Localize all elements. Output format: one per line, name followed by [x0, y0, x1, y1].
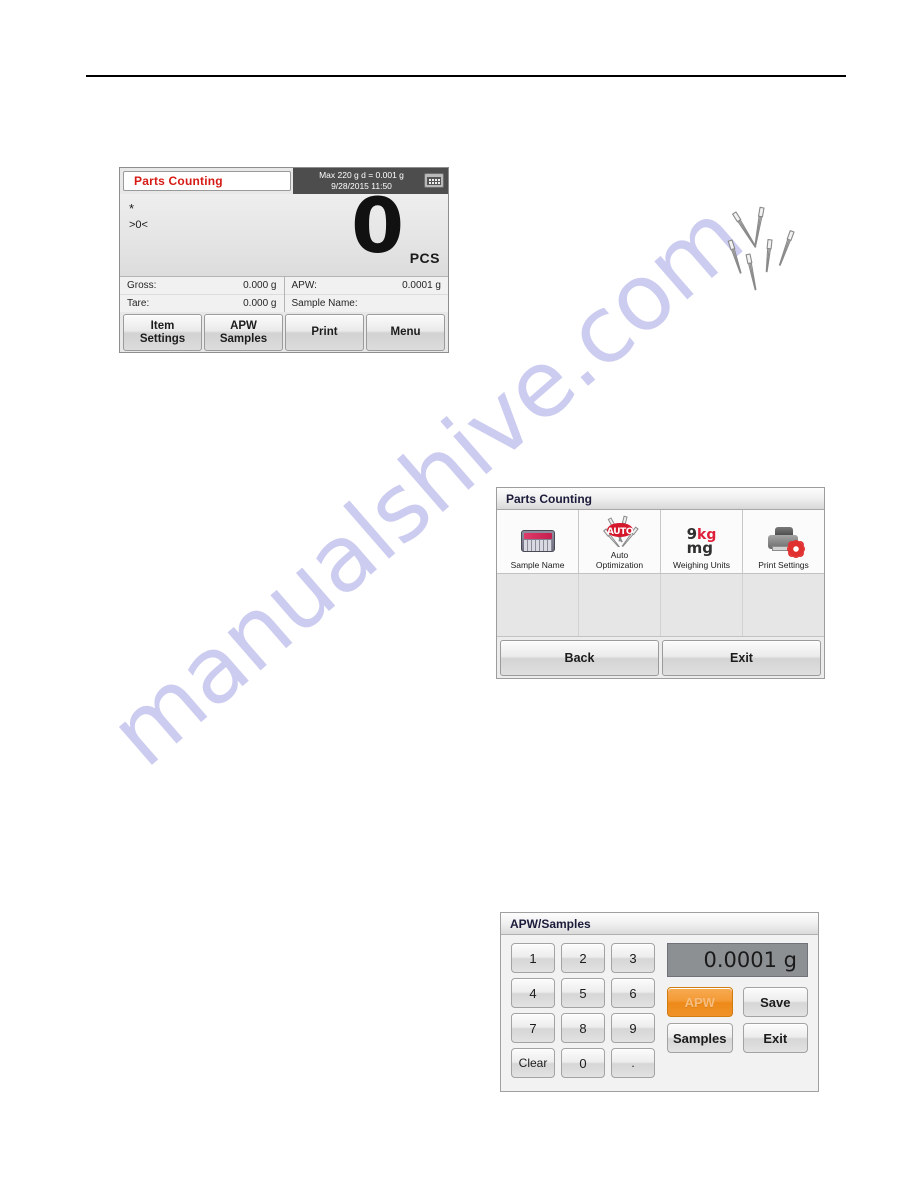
- exit-button[interactable]: Exit: [662, 640, 821, 676]
- key-decimal-point[interactable]: .: [611, 1048, 655, 1078]
- key-5[interactable]: 5: [561, 978, 605, 1008]
- softkey-print[interactable]: Print: [285, 314, 364, 351]
- stability-flag: *: [129, 201, 135, 216]
- apw-value: 0.0001 g: [402, 280, 441, 291]
- keypad-action-buttons: APW Save Samples Exit: [667, 987, 808, 1053]
- tare-label: Tare:: [127, 298, 150, 309]
- printer-icon[interactable]: [424, 173, 444, 188]
- key-1[interactable]: 1: [511, 943, 555, 973]
- menu-empty-cell-4: [742, 574, 824, 636]
- info-row-apw: APW: 0.0001 g: [285, 277, 449, 294]
- info-column-left: Gross: 0.000 g Tare: 0.000 g: [120, 277, 284, 312]
- numeric-keypad: 1 2 3 4 5 6 7 8 9 Clear 0 .: [511, 943, 655, 1078]
- info-column-right: APW: 0.0001 g Sample Name:: [283, 277, 449, 312]
- menu-item-print-settings-label: Print Settings: [758, 560, 809, 570]
- apw-value-display: 0.0001 g: [667, 943, 808, 977]
- info-row-tare: Tare: 0.000 g: [120, 294, 284, 312]
- menu-item-weighing-units-label: Weighing Units: [672, 560, 730, 570]
- apw-samples-panel: APW/Samples 1 2 3 4 5 6 7 8 9 Clear 0 . …: [500, 912, 819, 1092]
- menu-footer: Back Exit: [497, 637, 824, 678]
- tare-value: 0.000 g: [243, 298, 277, 309]
- menu-item-sample-name-label: Sample Name: [510, 560, 565, 570]
- key-9[interactable]: 9: [611, 1013, 655, 1043]
- page-header-rule: [86, 75, 846, 77]
- svg-text:AUTO: AUTO: [606, 527, 633, 537]
- softkey-menu-label: Menu: [390, 326, 421, 338]
- key-clear[interactable]: Clear: [511, 1048, 555, 1078]
- softkey-item-settings-line1: Item: [150, 319, 175, 332]
- info-rows: Gross: 0.000 g Tare: 0.000 g APW: 0.0001…: [120, 276, 448, 312]
- samples-button[interactable]: Samples: [667, 1023, 733, 1053]
- capacity-line: Max 220 g d = 0.001 g: [319, 170, 404, 180]
- parts-counting-menu-panel: Parts Counting Sample Name AUTO Auto Opt…: [496, 487, 825, 679]
- key-2[interactable]: 2: [561, 943, 605, 973]
- scale-softkeys: Item Settings APW Samples Print Menu: [120, 312, 448, 352]
- menu-panel-title: Parts Counting: [497, 488, 824, 510]
- auto-optimization-label-line1: Auto: [610, 550, 629, 560]
- menu-item-print-settings[interactable]: Print Settings: [742, 510, 824, 573]
- menu-item-auto-optimization[interactable]: AUTO Auto Optimization: [578, 510, 660, 573]
- menu-item-auto-optimization-label: Auto Optimization: [596, 550, 643, 570]
- info-row-sample-name: Sample Name:: [284, 294, 448, 312]
- printer-gear-icon: [760, 524, 808, 558]
- auto-nails-icon: AUTO: [596, 514, 644, 548]
- units-icon: 9kg mg: [678, 524, 726, 558]
- softkey-item-settings[interactable]: Item Settings: [123, 314, 202, 351]
- mode-indicator[interactable]: Parts Counting: [123, 171, 291, 191]
- key-6[interactable]: 6: [611, 978, 655, 1008]
- nails-cluster-illustration: [702, 196, 818, 298]
- menu-empty-cell-1: [497, 574, 578, 636]
- printer-icon-grid: [427, 176, 441, 185]
- nails-icon: [727, 206, 795, 291]
- keypad-panel-title: APW/Samples: [501, 913, 818, 935]
- menu-icon-grid: Sample Name AUTO Auto Optimization 9kg m…: [497, 510, 824, 574]
- units-icon-mg: mg: [686, 538, 713, 557]
- menu-item-sample-name[interactable]: Sample Name: [497, 510, 578, 573]
- keypad-body: 1 2 3 4 5 6 7 8 9 Clear 0 . 0.0001 g APW…: [501, 935, 818, 1086]
- menu-item-weighing-units[interactable]: 9kg mg Weighing Units: [660, 510, 742, 573]
- menu-icon-grid-empty-row: [497, 574, 824, 637]
- weight-readout-area: * >0< 0 PCS: [120, 188, 448, 276]
- softkey-apw-samples-line1: APW: [230, 319, 257, 332]
- auto-optimization-label-line2: Optimization: [595, 560, 644, 570]
- apw-label: APW:: [291, 280, 317, 291]
- softkey-print-label: Print: [311, 326, 338, 338]
- gross-value: 0.000 g: [243, 280, 277, 291]
- key-3[interactable]: 3: [611, 943, 655, 973]
- softkey-item-settings-line2: Settings: [139, 332, 186, 345]
- softkey-apw-samples-line2: Samples: [219, 332, 268, 345]
- zero-flag: >0<: [129, 219, 148, 231]
- menu-empty-cell-2: [578, 574, 660, 636]
- info-row-gross: Gross: 0.000 g: [120, 277, 284, 294]
- sample-name-label: Sample Name:: [291, 298, 358, 309]
- save-button[interactable]: Save: [742, 987, 808, 1017]
- back-button[interactable]: Back: [500, 640, 659, 676]
- keyboard-icon: [514, 524, 562, 558]
- status-flags: * >0<: [129, 200, 148, 234]
- keypad-right-column: 0.0001 g APW Save Samples Exit: [667, 943, 808, 1078]
- menu-empty-cell-3: [660, 574, 742, 636]
- apw-button[interactable]: APW: [667, 987, 733, 1017]
- softkey-apw-samples[interactable]: APW Samples: [204, 314, 283, 351]
- key-0[interactable]: 0: [561, 1048, 605, 1078]
- keypad-exit-button[interactable]: Exit: [742, 1023, 808, 1053]
- weight-value: 0: [351, 181, 404, 270]
- softkey-menu[interactable]: Menu: [366, 314, 445, 351]
- scale-display-screenshot: Parts Counting Max 220 g d = 0.001 g 9/2…: [119, 167, 449, 353]
- key-4[interactable]: 4: [511, 978, 555, 1008]
- weight-unit: PCS: [409, 250, 440, 266]
- gross-label: Gross:: [127, 280, 157, 291]
- key-8[interactable]: 8: [561, 1013, 605, 1043]
- key-7[interactable]: 7: [511, 1013, 555, 1043]
- mode-label: Parts Counting: [134, 174, 223, 188]
